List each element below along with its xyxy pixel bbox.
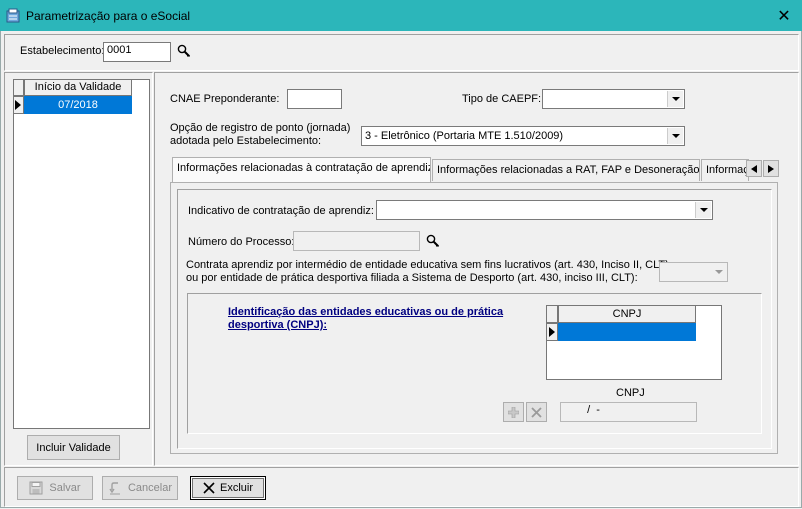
floppy-icon bbox=[29, 481, 43, 495]
ponto-label: Opção de registro de ponto (jornada) ado… bbox=[170, 122, 350, 148]
entidades-title-line1: Identificação das entidades educativas o… bbox=[228, 306, 504, 318]
processo-label: Número do Processo: bbox=[188, 236, 295, 248]
plus-icon bbox=[508, 406, 519, 418]
delete-label: Excluir bbox=[219, 482, 253, 494]
tipo-caepf-label: Tipo de CAEPF: bbox=[462, 93, 542, 105]
cnae-input[interactable] bbox=[287, 89, 342, 109]
close-button[interactable]: ✕ bbox=[770, 4, 798, 28]
contrata-select[interactable] bbox=[659, 262, 728, 282]
tipo-caepf-select[interactable] bbox=[542, 89, 685, 109]
tab-rat-fap[interactable]: Informações relacionadas a RAT, FAP e De… bbox=[432, 159, 700, 181]
cnae-label: CNAE Preponderante: bbox=[170, 93, 280, 105]
incluir-validade-button[interactable]: Incluir Validade bbox=[27, 435, 120, 460]
cnpj-input[interactable]: / - bbox=[560, 402, 697, 422]
x-icon bbox=[203, 482, 215, 494]
delete-button[interactable]: Excluir bbox=[190, 476, 266, 500]
cnpj-row[interactable] bbox=[558, 323, 696, 341]
cancel-label: Cancelar bbox=[127, 482, 173, 494]
current-row-arrow-icon bbox=[549, 327, 555, 337]
undo-icon bbox=[109, 482, 120, 495]
close-icon: ✕ bbox=[777, 8, 791, 25]
app-icon bbox=[6, 8, 20, 23]
add-cnpj-button[interactable] bbox=[503, 402, 524, 422]
tab-scroll-left[interactable] bbox=[746, 160, 762, 177]
grid-corner bbox=[13, 79, 24, 96]
search-estabelecimento-icon[interactable] bbox=[177, 44, 191, 58]
tab-scroll-right[interactable] bbox=[763, 160, 779, 177]
validity-row[interactable]: 07/2018 bbox=[24, 96, 132, 114]
remove-cnpj-button[interactable] bbox=[526, 402, 547, 422]
indicativo-select[interactable] bbox=[376, 200, 713, 220]
tab-aprendiz[interactable]: Informações relacionadas à contratação d… bbox=[172, 157, 431, 183]
chevron-down-icon[interactable] bbox=[695, 202, 711, 218]
x-icon bbox=[531, 406, 542, 418]
search-processo-icon[interactable] bbox=[426, 234, 440, 248]
save-button[interactable]: Salvar bbox=[17, 476, 93, 500]
indicativo-label: Indicativo de contratação de aprendiz: bbox=[188, 205, 374, 217]
ponto-select[interactable]: 3 - Eletrônico (Portaria MTE 1.510/2009) bbox=[361, 126, 685, 146]
cnpj-label: CNPJ bbox=[616, 387, 645, 399]
ponto-label-line2: adotada pelo Estabelecimento: bbox=[170, 135, 322, 147]
chevron-right-icon bbox=[768, 164, 774, 173]
chevron-down-icon[interactable] bbox=[667, 91, 683, 107]
ponto-value: 3 - Eletrônico (Portaria MTE 1.510/2009) bbox=[365, 130, 564, 142]
entidades-title: Identificação das entidades educativas o… bbox=[228, 306, 534, 332]
window-title: Parametrização para o eSocial bbox=[26, 9, 191, 23]
contrata-label-line2: ou por entidade de prática desportiva fi… bbox=[186, 272, 638, 284]
cancel-button[interactable]: Cancelar bbox=[102, 476, 178, 500]
chevron-left-icon bbox=[751, 164, 757, 173]
estabelecimento-input[interactable]: 0001 bbox=[103, 42, 171, 62]
contrata-label: Contrata aprendiz por intermédio de enti… bbox=[186, 259, 669, 285]
tab-informacoes-3[interactable]: Informaç bbox=[701, 159, 749, 181]
contrata-label-line1: Contrata aprendiz por intermédio de enti… bbox=[186, 259, 669, 271]
chevron-down-icon[interactable] bbox=[667, 128, 683, 144]
save-label: Salvar bbox=[49, 482, 81, 494]
cnpj-column-header[interactable]: CNPJ bbox=[558, 305, 696, 323]
estabelecimento-label: Estabelecimento: bbox=[20, 45, 105, 57]
processo-input[interactable] bbox=[293, 231, 420, 251]
validity-column-header[interactable]: Início da Validade bbox=[24, 79, 132, 96]
chevron-down-icon[interactable] bbox=[711, 264, 726, 280]
current-row-arrow-icon bbox=[15, 100, 21, 110]
cnpj-grid-corner bbox=[546, 305, 558, 323]
ponto-label-line1: Opção de registro de ponto (jornada) bbox=[170, 122, 351, 134]
validity-grid[interactable] bbox=[13, 79, 150, 429]
entidades-title-line2: desportiva (CNPJ): bbox=[228, 319, 328, 331]
